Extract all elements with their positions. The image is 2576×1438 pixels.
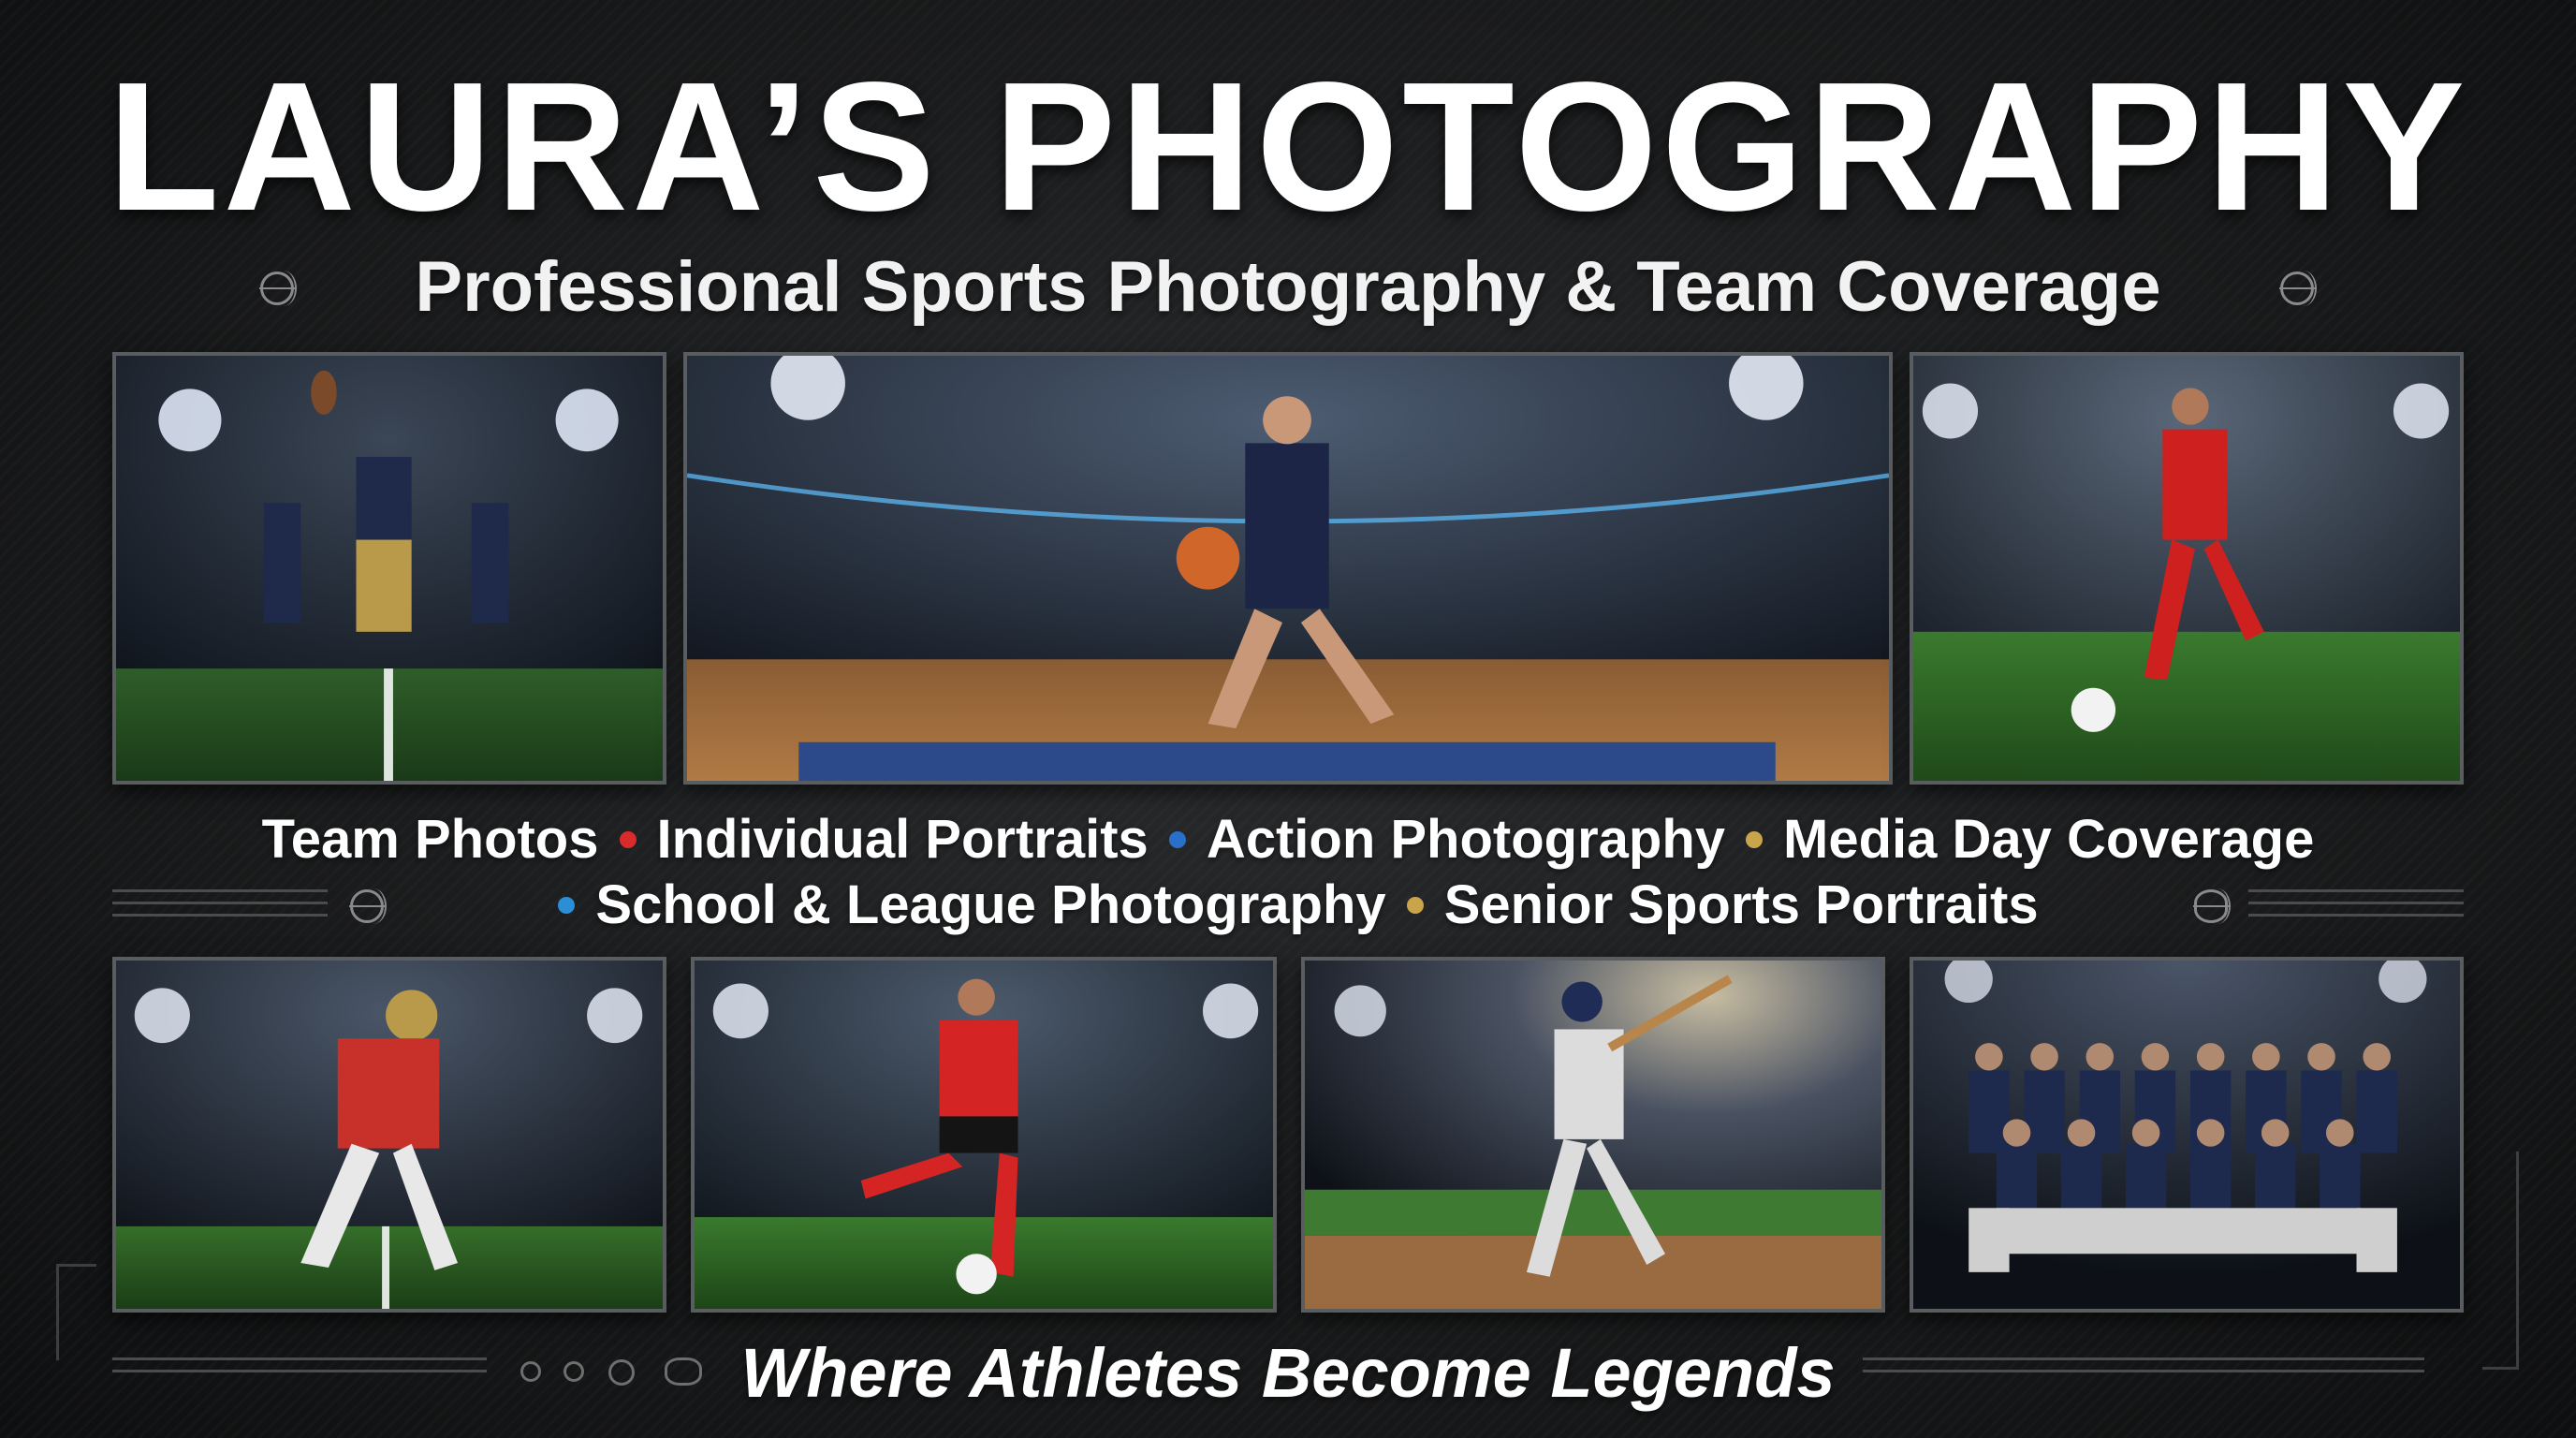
decorative-lines-right [2248,889,2464,926]
page-title: LAURA’S PHOTOGRAPHY [107,44,2469,249]
gold-dot-icon [1406,896,1424,914]
page-subtitle: Professional Sports Photography & Team C… [415,247,2161,327]
baseball-batter-photo [1301,957,1885,1313]
soccer-action-photo [1910,352,2464,785]
service-team-photos: Team Photos [261,809,599,870]
service-senior-portraits: Senior Sports Portraits [1443,874,2039,935]
football-runner-photo [112,957,666,1313]
basketball-icon [349,888,387,924]
soccer-kick-photo [691,957,1277,1313]
service-individual-portraits: Individual Portraits [656,809,1149,870]
baseball-icon [2279,271,2317,306]
decorative-lines-left [112,889,328,926]
blue-dot-icon [558,896,576,914]
decorative-lines-bottom-right [1863,1357,2424,1382]
basketball-action-photo [683,352,1893,785]
corner-decoration-right [2482,1152,2519,1370]
blue-dot-icon [1168,830,1186,848]
gold-dot-icon [1746,830,1764,848]
football-team-photo [112,352,666,785]
football-icon [2193,888,2231,924]
service-media-day: Media Day Coverage [1783,809,2315,870]
team-group-photo [1910,957,2464,1313]
service-action-photography: Action Photography [1206,809,1726,870]
red-dot-icon [619,830,637,848]
service-school-league: School & League Photography [595,874,1386,935]
services-line-1: Team Photos Individual Portraits Action Ph… [0,807,2576,873]
